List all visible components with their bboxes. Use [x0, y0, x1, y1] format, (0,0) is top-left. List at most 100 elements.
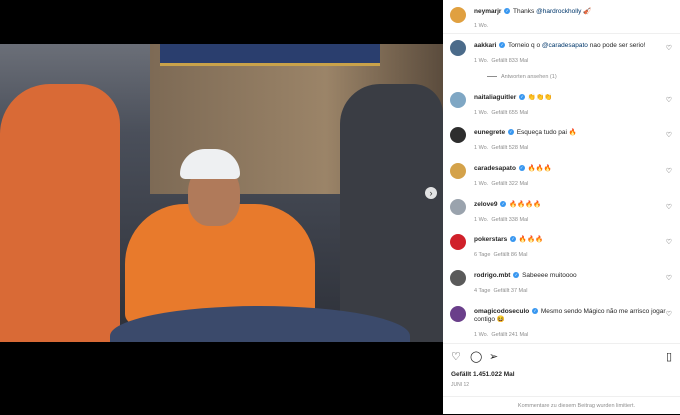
- comment-meta: 1 Wo. Gefällt 528 Mal: [474, 145, 528, 151]
- comment-body: Sabeeee muitoooo: [522, 272, 577, 279]
- comment-meta: 1 Wo. Gefällt 338 Mal: [474, 217, 528, 223]
- comment-body: 🔥🔥🔥🔥: [509, 201, 542, 208]
- comment-body-end: 🔥: [568, 129, 577, 136]
- comment-text: aakkari ✓ Torneio q o @caradesapato nao …: [474, 42, 666, 50]
- comment-body-end: 😆: [496, 316, 505, 323]
- comment-avatar[interactable]: [450, 163, 466, 179]
- comments-limited-notice: Kommentare zu diesem Beitrag wurden limi…: [443, 396, 680, 414]
- post-actions: ♡ ◯ ➢ ▯ Gefällt 1.451.022 Mal Juni 12 Ko…: [443, 343, 680, 413]
- comment-avatar[interactable]: [450, 306, 466, 322]
- comment-meta: 1 Wo. Gefällt 322 Mal: [474, 181, 528, 187]
- comment-age: 4 Tage: [474, 288, 491, 294]
- comment-avatar[interactable]: [450, 127, 466, 143]
- author-username[interactable]: neymarjr: [474, 8, 501, 15]
- verified-badge-icon: ✓: [507, 129, 514, 136]
- comment-mention[interactable]: @caradesapato: [542, 42, 588, 49]
- caption-age: 1 Wo.: [474, 23, 489, 29]
- view-replies-button[interactable]: Antworten ansehen (1): [487, 74, 557, 80]
- comment-like-icon[interactable]: ♡: [666, 131, 672, 139]
- comment-like-icon[interactable]: ♡: [666, 203, 672, 211]
- post-photo[interactable]: ›: [0, 44, 443, 342]
- verified-badge-icon: ✓: [504, 8, 511, 15]
- comment-avatar[interactable]: [450, 40, 466, 56]
- comment-username[interactable]: pokerstars: [474, 236, 507, 243]
- comment-like-icon[interactable]: ♡: [666, 167, 672, 175]
- likes-total[interactable]: Gefällt 1.451.022 Mal: [451, 371, 515, 378]
- comment-text: omagicodoseculo ✓ Mesmo sendo Mágico não…: [474, 308, 666, 324]
- comment-text: eunegrete ✓ Esqueça tudo pai 🔥: [474, 129, 666, 137]
- comment-like-icon[interactable]: ♡: [666, 274, 672, 282]
- comments-panel: neymarjr ✓ Thanks @hardrockholly 🎻 1 Wo.…: [443, 0, 680, 414]
- background-person-right: [340, 84, 443, 342]
- comment-icon[interactable]: ◯: [470, 350, 482, 363]
- foreground-person-left: [0, 84, 120, 342]
- comment-likes[interactable]: Gefällt 655 Mal: [491, 110, 528, 116]
- comment-age: 1 Wo.: [474, 332, 489, 338]
- comment-age: 1 Wo.: [474, 110, 489, 116]
- comment-meta: 6 Tage Gefällt 86 Mal: [474, 252, 527, 258]
- comment-username[interactable]: caradesapato: [474, 165, 516, 172]
- comment-text: zelove9 ✓ 🔥🔥🔥🔥: [474, 201, 666, 209]
- caption-mention[interactable]: @hardrockholly: [536, 8, 581, 15]
- comment-username[interactable]: zelove9: [474, 201, 498, 208]
- verified-badge-icon: ✓: [518, 165, 525, 172]
- next-image-button[interactable]: ›: [425, 187, 437, 199]
- caption-emoji: 🎻: [583, 8, 592, 15]
- comment-body: Torneio q o: [507, 42, 542, 49]
- caption-body: Thanks: [512, 8, 535, 15]
- comment-meta: 4 Tage Gefällt 37 Mal: [474, 288, 527, 294]
- verified-badge-icon: ✓: [500, 201, 507, 208]
- comment-body: Esqueça tudo pai: [516, 129, 569, 136]
- share-icon[interactable]: ➢: [489, 350, 498, 363]
- instagram-post-viewer: › neymarjr ✓ Thanks @hardrockholly 🎻 1 W…: [0, 0, 680, 414]
- verified-badge-icon: ✓: [510, 236, 517, 243]
- comment-age: 1 Wo.: [474, 217, 489, 223]
- author-avatar[interactable]: [450, 7, 466, 23]
- caption-row: neymarjr ✓ Thanks @hardrockholly 🎻 1 Wo.: [443, 0, 680, 34]
- comment-avatar[interactable]: [450, 92, 466, 108]
- comment-likes[interactable]: Gefällt 338 Mal: [491, 217, 528, 223]
- comment-likes[interactable]: Gefällt 528 Mal: [491, 145, 528, 151]
- verified-badge-icon: ✓: [532, 308, 539, 315]
- comment-username[interactable]: aakkari: [474, 42, 496, 49]
- comment-body: 🔥🔥🔥: [518, 236, 544, 243]
- comment-age: 6 Tage: [474, 252, 491, 258]
- verified-badge-icon: ✓: [499, 42, 506, 49]
- comment-meta: 1 Wo. Gefällt 833 Mal: [474, 58, 528, 64]
- comment-like-icon[interactable]: ♡: [666, 96, 672, 104]
- comment-age: 1 Wo.: [474, 58, 489, 64]
- post-date: Juni 12: [451, 382, 470, 388]
- caption-text: neymarjr ✓ Thanks @hardrockholly 🎻: [474, 8, 666, 16]
- comment-body-end: nao pode ser serio!: [587, 42, 646, 49]
- comment-likes[interactable]: Gefällt 241 Mal: [491, 332, 528, 338]
- comment-likes[interactable]: Gefällt 322 Mal: [491, 181, 528, 187]
- comment-username[interactable]: eunegrete: [474, 129, 505, 136]
- comment-meta: 1 Wo. Gefällt 241 Mal: [474, 332, 528, 338]
- comment-age: 1 Wo.: [474, 145, 489, 151]
- comment-username[interactable]: naitaliaguitler: [474, 94, 516, 101]
- comment-text: caradesapato ✓ 🔥🔥🔥: [474, 165, 666, 173]
- comment-body: 👏👏👏: [527, 94, 553, 101]
- heart-outline-icon[interactable]: ♡: [451, 350, 461, 363]
- verified-badge-icon: ✓: [513, 272, 520, 279]
- bookmark-icon[interactable]: ▯: [666, 350, 672, 363]
- comment-avatar[interactable]: [450, 199, 466, 215]
- comment-like-icon[interactable]: ♡: [666, 238, 672, 246]
- comment-text: naitaliaguitler ✓ 👏👏👏: [474, 94, 666, 102]
- comment-text: pokerstars ✓ 🔥🔥🔥: [474, 236, 666, 244]
- comment-likes[interactable]: Gefällt 833 Mal: [491, 58, 528, 64]
- background-banner: [160, 44, 380, 66]
- comment-likes[interactable]: Gefällt 37 Mal: [493, 288, 527, 294]
- comment-avatar[interactable]: [450, 270, 466, 286]
- verified-badge-icon: ✓: [519, 94, 526, 101]
- comment-meta: 1 Wo. Gefällt 655 Mal: [474, 110, 528, 116]
- comment-like-icon[interactable]: ♡: [666, 310, 672, 318]
- comment-age: 1 Wo.: [474, 181, 489, 187]
- comment-text: rodrigo.mbt ✓ Sabeeee muitoooo: [474, 272, 666, 280]
- comment-body: 🔥🔥🔥: [527, 165, 552, 172]
- comment-avatar[interactable]: [450, 234, 466, 250]
- comment-username[interactable]: rodrigo.mbt: [474, 272, 510, 279]
- comment-likes[interactable]: Gefällt 86 Mal: [493, 252, 527, 258]
- comment-like-icon[interactable]: ♡: [666, 44, 672, 52]
- comment-username[interactable]: omagicodoseculo: [474, 308, 529, 315]
